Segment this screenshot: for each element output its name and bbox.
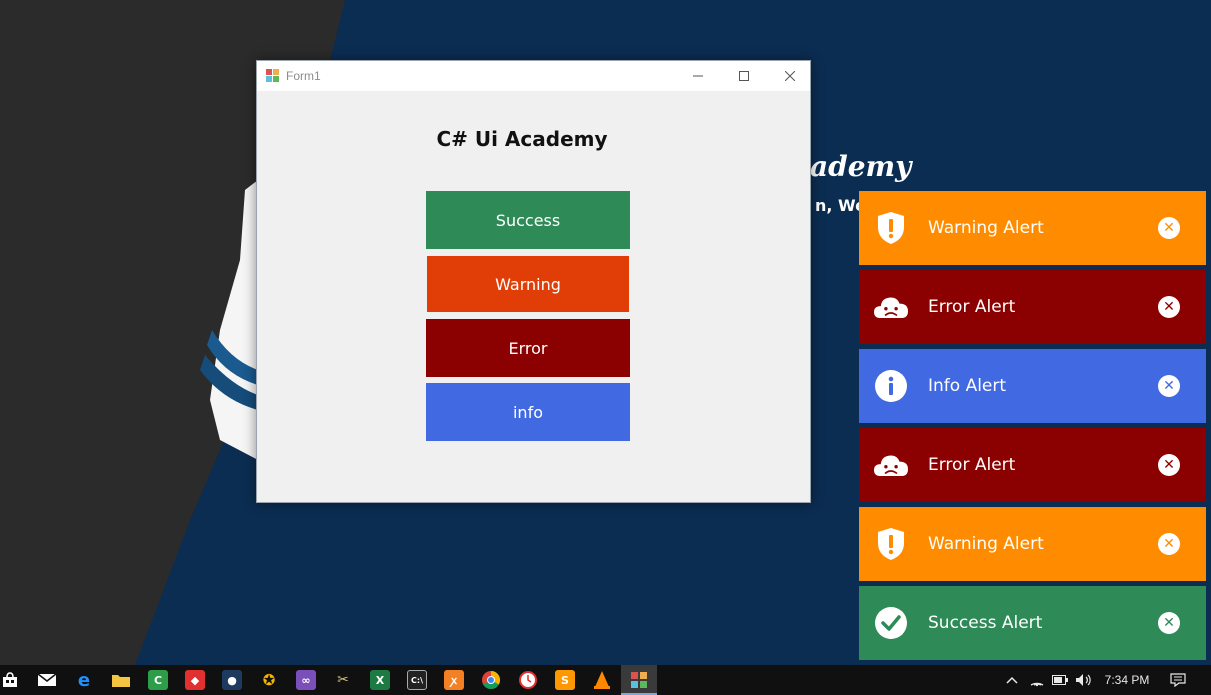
cmd-icon[interactable]: C:\ bbox=[407, 670, 427, 690]
form-app-icon[interactable] bbox=[629, 670, 649, 690]
form-client-area: C# Ui Academy Success Warning Error info bbox=[257, 91, 810, 502]
wifi-icon[interactable] bbox=[1027, 665, 1047, 695]
edge-icon[interactable]: e bbox=[74, 670, 94, 691]
close-alert-button[interactable]: ✕ bbox=[1158, 533, 1180, 555]
mail-icon[interactable] bbox=[37, 670, 57, 690]
warning-alert: Warning Alert ✕ bbox=[859, 507, 1206, 581]
form1-window: Form1 C# Ui Academy Success Warning Erro… bbox=[256, 60, 811, 503]
info-icon bbox=[874, 369, 908, 403]
window-title: Form1 bbox=[286, 69, 321, 83]
checkmark-icon bbox=[874, 606, 908, 640]
error-button[interactable]: Error bbox=[426, 319, 630, 377]
alert-text: Error Alert bbox=[928, 455, 1016, 475]
excel-icon[interactable]: X bbox=[370, 670, 390, 690]
info-alert: Info Alert ✕ bbox=[859, 349, 1206, 423]
success-alert: Success Alert ✕ bbox=[859, 586, 1206, 660]
store-icon[interactable] bbox=[0, 670, 20, 690]
sublime-icon[interactable]: S bbox=[555, 670, 575, 690]
chevron-up-icon[interactable] bbox=[1002, 665, 1022, 695]
alert-text: Info Alert bbox=[928, 376, 1007, 396]
window-titlebar[interactable]: Form1 bbox=[257, 61, 810, 91]
notification-icon[interactable] bbox=[1166, 665, 1190, 695]
app-red-icon[interactable]: ◆ bbox=[185, 670, 205, 690]
shield-exclamation-icon bbox=[874, 211, 908, 245]
alert-text: Warning Alert bbox=[928, 534, 1044, 554]
sad-cloud-icon bbox=[874, 448, 908, 482]
app-icon bbox=[266, 69, 280, 83]
close-button[interactable] bbox=[767, 61, 813, 91]
warning-alert: Warning Alert ✕ bbox=[859, 191, 1206, 265]
info-button[interactable]: info bbox=[426, 383, 630, 441]
tools-icon[interactable]: ✂ bbox=[333, 670, 353, 690]
error-alert: Error Alert ✕ bbox=[859, 270, 1206, 344]
minimize-icon bbox=[693, 75, 703, 77]
close-alert-button[interactable]: ✕ bbox=[1158, 375, 1180, 397]
taskbar: e C ◆ ● ✪ ∞ ✂ X C:\ ꭗ S 7:34 PM bbox=[0, 665, 1211, 695]
alert-text: Success Alert bbox=[928, 613, 1043, 633]
maximize-button[interactable] bbox=[721, 61, 767, 91]
form-heading: C# Ui Academy bbox=[436, 127, 608, 151]
success-button[interactable]: Success bbox=[426, 191, 630, 249]
alert-text: Warning Alert bbox=[928, 218, 1044, 238]
close-alert-button[interactable]: ✕ bbox=[1158, 296, 1180, 318]
wallpaper-title: ademy bbox=[810, 150, 912, 183]
xampp-icon[interactable]: ꭗ bbox=[444, 670, 464, 690]
close-alert-button[interactable]: ✕ bbox=[1158, 612, 1180, 634]
warning-button[interactable]: Warning bbox=[427, 256, 629, 312]
alert-text: Error Alert bbox=[928, 297, 1016, 317]
close-alert-button[interactable]: ✕ bbox=[1158, 454, 1180, 476]
app-bird-icon[interactable]: ● bbox=[222, 670, 242, 690]
camtasia-icon[interactable]: C bbox=[148, 670, 168, 690]
app-lifebuoy-icon[interactable]: ✪ bbox=[259, 670, 279, 690]
error-alert: Error Alert ✕ bbox=[859, 428, 1206, 502]
app-clock-icon[interactable] bbox=[518, 670, 538, 690]
close-icon bbox=[785, 71, 795, 81]
vlc-icon[interactable] bbox=[592, 670, 612, 690]
visual-studio-icon[interactable]: ∞ bbox=[296, 670, 316, 690]
chrome-icon[interactable] bbox=[481, 670, 501, 690]
battery-icon[interactable] bbox=[1050, 665, 1070, 695]
close-alert-button[interactable]: ✕ bbox=[1158, 217, 1180, 239]
shield-exclamation-icon bbox=[874, 527, 908, 561]
sad-cloud-icon bbox=[874, 290, 908, 324]
volume-icon[interactable] bbox=[1073, 665, 1095, 695]
minimize-button[interactable] bbox=[675, 61, 721, 91]
maximize-icon bbox=[739, 71, 749, 81]
clock[interactable]: 7:34 PM bbox=[1100, 665, 1154, 695]
file-explorer-icon[interactable] bbox=[111, 670, 131, 690]
